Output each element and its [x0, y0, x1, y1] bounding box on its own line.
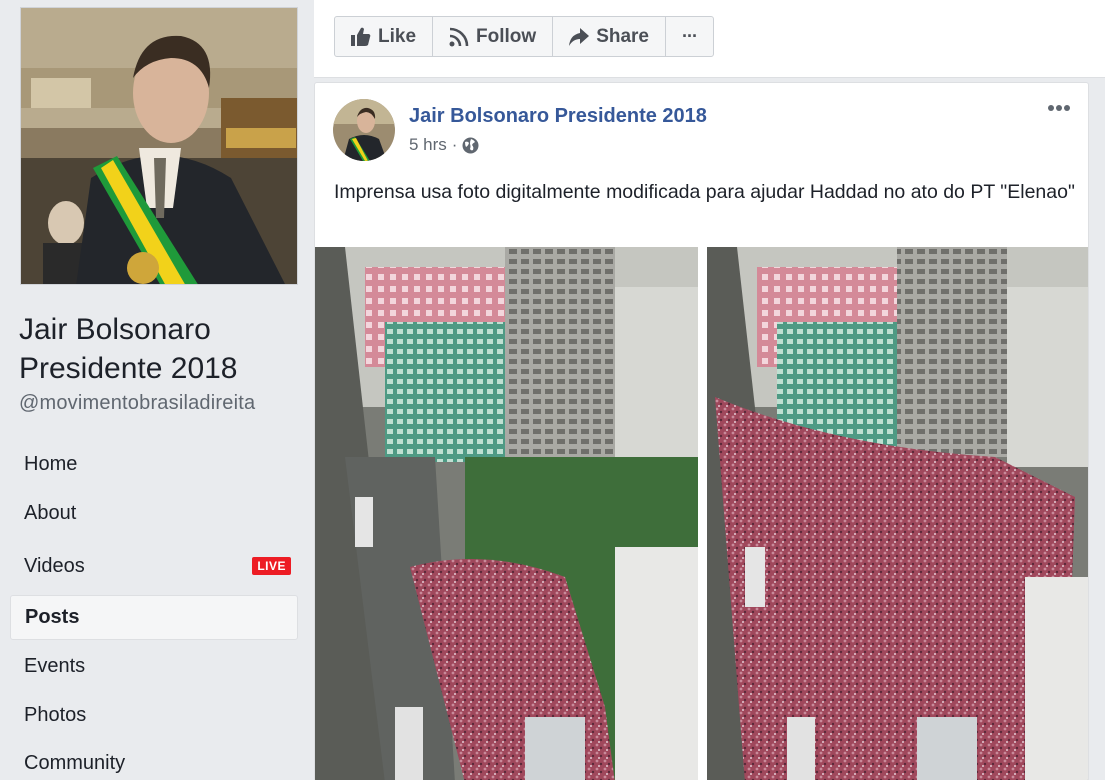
left-column: Jair Bolsonaro Presidente 2018 @moviment…: [0, 0, 312, 780]
more-dots-icon: [1048, 105, 1070, 111]
follow-button[interactable]: Follow: [433, 17, 554, 56]
nav-item-label: Photos: [24, 704, 87, 726]
meta-separator: ·: [451, 135, 458, 154]
nav-item-posts[interactable]: Posts: [10, 595, 298, 640]
photo-right-panel: [707, 247, 1088, 780]
post-options-button[interactable]: [1044, 97, 1074, 119]
nav-item-about[interactable]: About: [10, 489, 298, 538]
post-body-text: Imprensa usa foto digitalmente modificad…: [334, 181, 1075, 203]
post-card: Jair Bolsonaro Presidente 2018 5 hrs · I…: [314, 82, 1089, 780]
more-dots-icon: ···: [682, 26, 698, 46]
like-label: Like: [378, 25, 417, 47]
page-title[interactable]: Jair Bolsonaro Presidente 2018: [19, 310, 299, 388]
page-username[interactable]: @movimentobrasiladireita: [19, 392, 255, 415]
share-button[interactable]: Share: [553, 17, 666, 56]
like-button[interactable]: Like: [335, 17, 434, 56]
nav-item-label: Home: [24, 453, 78, 475]
page-action-bar: Like Follow Share ···: [314, 0, 1105, 78]
nav-item-label: Events: [24, 654, 86, 677]
post-metadata: 5 hrs ·: [409, 135, 479, 155]
rss-follow-icon: [449, 27, 469, 46]
follow-label: Follow: [476, 25, 537, 47]
share-arrow-icon: [569, 27, 590, 46]
more-options-button[interactable]: ···: [666, 17, 713, 56]
nav-item-community[interactable]: Community: [10, 739, 298, 780]
post-photo[interactable]: [315, 247, 1088, 780]
nav-item-videos[interactable]: Videos LIVE: [10, 538, 298, 595]
share-label: Share: [596, 25, 649, 47]
nav-item-label: About: [24, 502, 77, 524]
profile-picture[interactable]: [20, 7, 298, 285]
nav-item-photos[interactable]: Photos: [10, 692, 298, 739]
nav-item-label: Community: [24, 752, 126, 774]
nav-item-label: Posts: [25, 606, 80, 628]
nav-item-events[interactable]: Events: [10, 640, 298, 692]
nav-item-label: Videos: [24, 555, 85, 577]
post-author-avatar[interactable]: [333, 99, 395, 161]
post-photo-image: [315, 247, 1088, 780]
profile-photo-image: [21, 8, 297, 284]
post-author-name[interactable]: Jair Bolsonaro Presidente 2018: [409, 105, 707, 128]
thumbs-up-icon: [351, 27, 371, 46]
post-timestamp[interactable]: 5 hrs: [409, 135, 447, 155]
live-badge: LIVE: [252, 557, 291, 575]
photo-left-panel: [315, 247, 698, 780]
action-button-group: Like Follow Share ···: [334, 16, 714, 57]
globe-icon[interactable]: [462, 137, 479, 154]
avatar-image: [333, 99, 395, 161]
nav-item-home[interactable]: Home: [10, 440, 298, 489]
page-navigation: Home About Videos LIVE Posts Events Phot…: [10, 440, 298, 780]
